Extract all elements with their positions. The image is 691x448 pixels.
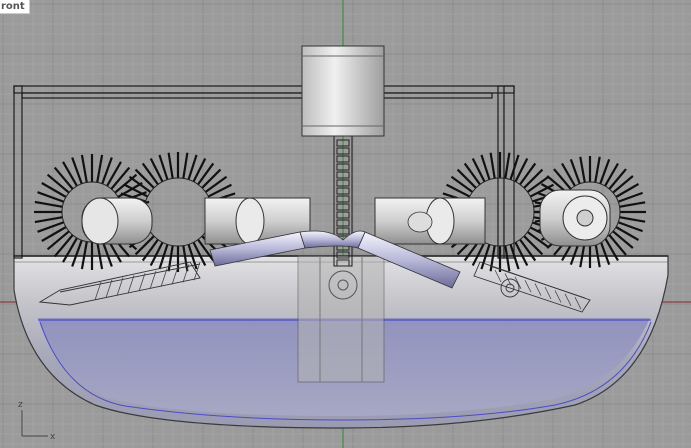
x-axis-label: x [50, 432, 56, 442]
front-viewport[interactable]: z x ront [0, 0, 691, 448]
cplane-axis-icon: z x [18, 400, 56, 442]
top-cylinder[interactable] [301, 45, 385, 137]
central-column[interactable] [297, 135, 385, 383]
viewport-title-tab[interactable]: ront [0, 0, 30, 14]
model-canvas[interactable]: z x [0, 0, 691, 448]
z-axis-label: z [18, 400, 23, 410]
